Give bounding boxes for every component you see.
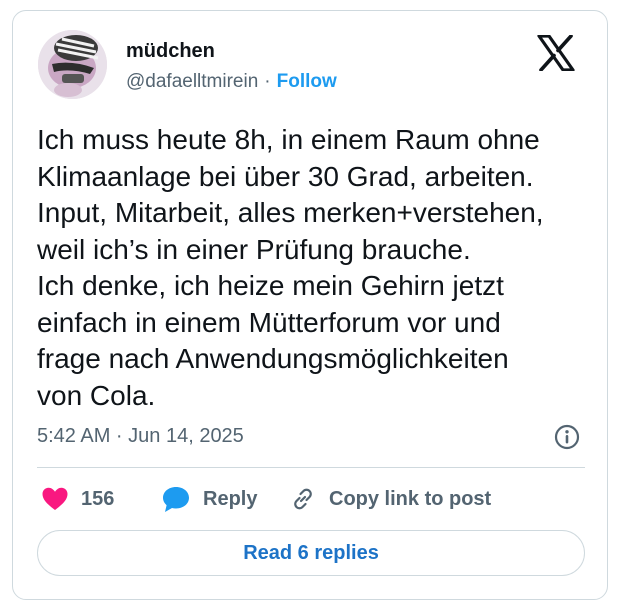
like-count: 156 xyxy=(81,487,115,510)
display-name[interactable]: müdchen xyxy=(126,40,215,63)
handle-row: @dafaelltmirein · Follow xyxy=(126,71,337,93)
divider xyxy=(37,467,585,468)
username-handle[interactable]: @dafaelltmirein xyxy=(126,71,258,92)
like-button[interactable]: 156 xyxy=(41,483,114,515)
reply-button[interactable]: Reply xyxy=(161,483,257,515)
tweet-text: Ich muss heute 8h, in einem Raum ohne Kl… xyxy=(37,124,544,411)
heart-icon xyxy=(42,487,68,510)
reply-label: Reply xyxy=(203,487,258,510)
read-replies-button[interactable]: Read 6 replies xyxy=(37,530,585,576)
follow-button[interactable]: Follow xyxy=(277,71,337,92)
copy-link-button[interactable]: Copy link to post xyxy=(289,483,491,515)
info-icon[interactable] xyxy=(553,423,581,451)
separator-dot: · xyxy=(264,71,271,92)
timestamp[interactable]: 5:42 AM · Jun 14, 2025 xyxy=(37,425,244,448)
link-icon xyxy=(294,488,312,510)
tweet-embed-card: müdchen @dafaelltmirein · Follow Ich muss … xyxy=(12,10,608,600)
speech-bubble-icon xyxy=(163,487,189,512)
x-logo-icon[interactable] xyxy=(537,34,575,72)
avatar[interactable] xyxy=(38,30,107,99)
copy-link-label: Copy link to post xyxy=(329,487,492,510)
